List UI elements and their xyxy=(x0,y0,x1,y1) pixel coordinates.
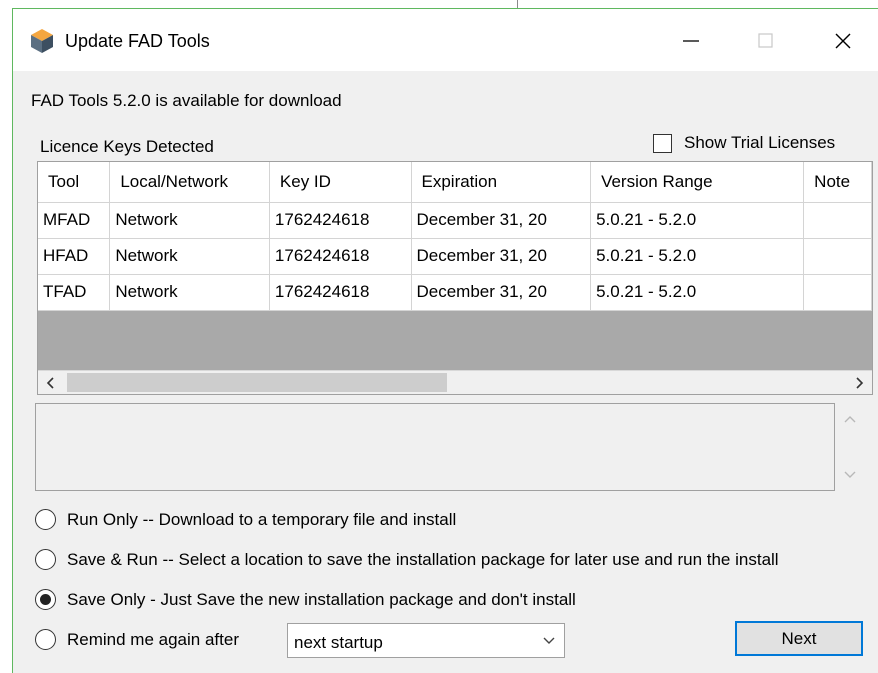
licence-keys-grid[interactable]: Tool Local/Network Key ID Expiration Ver… xyxy=(37,161,873,395)
chevron-up-icon xyxy=(844,416,856,423)
checkbox-box[interactable] xyxy=(653,133,672,153)
cell-expiration: December 31, 20 xyxy=(411,274,592,311)
minimize-icon xyxy=(683,40,699,42)
radio-remind-later[interactable] xyxy=(35,629,56,650)
cell-tool: TFAD xyxy=(38,274,111,311)
scroll-left-button[interactable] xyxy=(38,371,64,394)
column-header-local-network[interactable]: Local/Network xyxy=(109,162,270,203)
cell-local-network: Network xyxy=(109,238,270,275)
release-notes-box[interactable] xyxy=(35,403,835,491)
show-trial-label: Show Trial Licenses xyxy=(684,133,836,152)
cell-note xyxy=(803,202,872,239)
table-row[interactable]: HFAD Network 1762424618 December 31, 20 … xyxy=(38,238,872,275)
cell-key-id: 1762424618 xyxy=(269,238,412,275)
column-header-expiration[interactable]: Expiration xyxy=(411,162,592,203)
title-bar[interactable]: Update FAD Tools xyxy=(13,9,878,71)
chevron-left-icon xyxy=(46,377,54,389)
option-save-only[interactable]: Save Only - Just Save the new installati… xyxy=(35,589,576,610)
cell-version-range: 5.0.21 - 5.2.0 xyxy=(590,238,805,275)
maximize-button[interactable] xyxy=(735,21,795,61)
scroll-up-button[interactable] xyxy=(839,409,861,431)
column-header-key-id[interactable]: Key ID xyxy=(269,162,412,203)
vertical-scrollbar[interactable] xyxy=(839,403,861,491)
remind-interval-select[interactable]: next startup xyxy=(287,623,565,658)
table-row[interactable]: MFAD Network 1762424618 December 31, 20 … xyxy=(38,202,872,239)
option-remind-later[interactable]: Remind me again after xyxy=(35,629,239,650)
option-label: Save & Run -- Select a location to save … xyxy=(67,549,779,569)
cell-local-network: Network xyxy=(109,202,270,239)
chevron-right-icon xyxy=(856,377,864,389)
horizontal-scrollbar[interactable] xyxy=(38,370,872,394)
table-header-row: Tool Local/Network Key ID Expiration Ver… xyxy=(38,162,872,203)
cell-key-id: 1762424618 xyxy=(269,202,412,239)
cell-expiration: December 31, 20 xyxy=(411,238,592,275)
scroll-right-button[interactable] xyxy=(846,371,872,394)
cell-key-id: 1762424618 xyxy=(269,274,412,311)
option-run-only[interactable]: Run Only -- Download to a temporary file… xyxy=(35,509,456,530)
scroll-down-button[interactable] xyxy=(839,463,861,485)
select-value: next startup xyxy=(294,632,383,652)
option-label: Save Only - Just Save the new installati… xyxy=(67,589,576,609)
chevron-down-icon xyxy=(844,471,856,478)
licence-keys-label: Licence Keys Detected xyxy=(40,137,214,156)
option-label: Remind me again after xyxy=(67,629,239,649)
chevron-down-icon xyxy=(534,636,564,646)
licence-table: Tool Local/Network Key ID Expiration Ver… xyxy=(38,162,872,311)
desktop-backdrop xyxy=(0,0,878,6)
show-trial-checkbox[interactable]: Show Trial Licenses xyxy=(653,133,835,153)
option-save-and-run[interactable]: Save & Run -- Select a location to save … xyxy=(35,549,779,570)
cell-local-network: Network xyxy=(109,274,270,311)
scrollbar-thumb[interactable] xyxy=(67,373,447,392)
cell-note xyxy=(803,238,872,275)
cell-version-range: 5.0.21 - 5.2.0 xyxy=(590,274,805,311)
update-available-text: FAD Tools 5.2.0 is available for downloa… xyxy=(31,91,342,110)
table-row[interactable]: TFAD Network 1762424618 December 31, 20 … xyxy=(38,274,872,311)
close-button[interactable] xyxy=(813,21,873,61)
minimize-button[interactable] xyxy=(661,21,721,61)
column-header-version-range[interactable]: Version Range xyxy=(590,162,805,203)
option-label: Run Only -- Download to a temporary file… xyxy=(67,509,457,529)
radio-save-only[interactable] xyxy=(35,589,56,610)
cell-note xyxy=(803,274,872,311)
cell-version-range: 5.0.21 - 5.2.0 xyxy=(590,202,805,239)
update-dialog: Update FAD Tools FAD Tools 5.2.0 is avai… xyxy=(12,8,878,673)
maximize-icon xyxy=(758,33,773,48)
next-button[interactable]: Next xyxy=(735,621,863,656)
cell-tool: MFAD xyxy=(38,202,111,239)
window-title: Update FAD Tools xyxy=(65,31,210,51)
radio-run-only[interactable] xyxy=(35,509,56,530)
app-cube-icon xyxy=(31,29,53,53)
column-header-note[interactable]: Note xyxy=(803,162,872,203)
radio-save-and-run[interactable] xyxy=(35,549,56,570)
close-icon xyxy=(835,33,851,49)
cell-tool: HFAD xyxy=(38,238,111,275)
column-header-tool[interactable]: Tool xyxy=(38,162,111,203)
cell-expiration: December 31, 20 xyxy=(411,202,592,239)
